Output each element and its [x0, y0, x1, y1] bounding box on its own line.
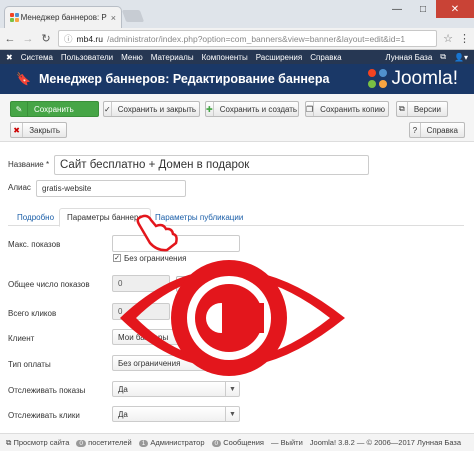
- view-site-link[interactable]: ⧉ Просмотр сайта: [6, 438, 69, 448]
- unlimited-label: Без ограничения: [124, 254, 187, 263]
- menu-item-help[interactable]: Справка: [310, 53, 341, 62]
- close-x-icon: ✖: [11, 123, 24, 137]
- joomla-menu-icon[interactable]: ✖: [6, 53, 13, 62]
- browser-window: Менеджер баннеров: Р × — □ ✕ ← → ↻ ⓘ mb4…: [0, 0, 474, 451]
- visitors-count-badge: 0: [76, 440, 87, 447]
- external-link-icon[interactable]: ⧉: [440, 52, 446, 62]
- url-host: mb4.ru: [76, 33, 103, 44]
- forward-arrow-icon[interactable]: →: [22, 33, 34, 45]
- alias-input[interactable]: gratis-website: [36, 180, 186, 197]
- browser-tab[interactable]: Менеджер баннеров: Р ×: [4, 6, 122, 28]
- joomla-logo-text: Joomla!: [391, 68, 458, 89]
- tab-publishing[interactable]: Параметры публикации: [148, 208, 250, 227]
- versions-icon: ⧉: [397, 102, 408, 116]
- minimize-button[interactable]: —: [384, 0, 410, 18]
- tab-details[interactable]: Подробно: [10, 208, 61, 227]
- save-close-button[interactable]: ✓ Сохранить и закрыть: [103, 101, 200, 117]
- client-select[interactable]: Мои баннеры ▼: [112, 329, 240, 345]
- chevron-down-icon: ▼: [225, 407, 239, 421]
- toolbar: ✎ Сохранить ✓ Сохранить и закрыть ✚ Сохрани…: [0, 94, 474, 142]
- max-impressions-input[interactable]: [112, 235, 240, 252]
- total-impressions-input: 0: [112, 275, 170, 292]
- user-menu-icon[interactable]: 👤▾: [454, 53, 468, 62]
- max-impressions-label: Макс. показов: [8, 240, 61, 249]
- messages-status[interactable]: 0 Сообщения: [211, 438, 264, 447]
- bookmark-icon: 🔖: [16, 72, 31, 86]
- admins-status: 1 Администратор: [138, 438, 205, 447]
- menu-item-content[interactable]: Материалы: [151, 53, 194, 62]
- alias-label: Алиас: [8, 183, 31, 192]
- track-clicks-select[interactable]: Да ▼: [112, 406, 240, 422]
- name-input[interactable]: Сайт бесплатно + Домен в подарок: [54, 155, 369, 175]
- maximize-button[interactable]: □: [410, 0, 436, 18]
- track-clicks-label: Отслеживать клики: [8, 411, 80, 420]
- menu-item-components[interactable]: Компоненты: [202, 53, 248, 62]
- menu-item-users[interactable]: Пользователи: [61, 53, 113, 62]
- logout-link[interactable]: — Выйти: [271, 438, 303, 447]
- bookmark-star-icon[interactable]: ☆: [443, 32, 453, 45]
- client-label: Клиент: [8, 334, 35, 343]
- help-icon: ?: [410, 123, 421, 137]
- chevron-down-icon: ▼: [225, 356, 239, 370]
- status-bar: ⧉ Просмотр сайта 0 посетителей 1 Админис…: [0, 433, 474, 451]
- page-title: Менеджер баннеров: Редактирование баннер…: [38, 72, 330, 86]
- save-new-button[interactable]: ✚ Сохранить и создать: [205, 101, 299, 117]
- check-icon: ✓: [104, 102, 112, 116]
- save-button[interactable]: ✎ Сохранить: [10, 101, 99, 117]
- purchase-type-label: Тип оплаты: [8, 360, 51, 369]
- page-info-icon[interactable]: ⓘ: [64, 33, 73, 45]
- new-tab-button[interactable]: [121, 10, 145, 22]
- save-icon: ✎: [11, 102, 28, 116]
- close-button[interactable]: ✖ Закрыть: [10, 122, 67, 138]
- reset-clicks-button[interactable]: ↻ Сброс кликов: [176, 304, 248, 320]
- joomla-logo: Joomla!: [368, 68, 458, 90]
- window-close-button[interactable]: ✕: [436, 0, 474, 18]
- refresh-icon: ↻: [177, 277, 185, 291]
- reset-impressions-button[interactable]: ↻ Сброс показов: [176, 276, 248, 292]
- url-input[interactable]: ⓘ mb4.ru/administrator/index.php?option=…: [58, 30, 438, 47]
- versions-button[interactable]: ⧉ Версии: [396, 101, 448, 117]
- site-name-link[interactable]: Лунная База: [385, 53, 432, 62]
- chevron-down-icon: ▼: [225, 330, 239, 344]
- browser-menu-icon[interactable]: ⋮: [459, 32, 470, 45]
- refresh-icon: ↻: [177, 305, 185, 319]
- total-clicks-label: Всего кликов: [8, 309, 57, 318]
- purchase-type-select[interactable]: Без ограничения ▼: [112, 355, 240, 371]
- total-impressions-label: Общее число показов: [8, 280, 90, 289]
- chevron-down-icon: ▼: [225, 382, 239, 396]
- joomla-logo-icon: [368, 69, 388, 89]
- admin-menu-bar: ✖ Система Пользователи Меню Материалы Ко…: [0, 50, 474, 64]
- copy-icon: ❐: [306, 102, 315, 116]
- window-controls: — □ ✕: [384, 0, 474, 18]
- plus-icon: ✚: [206, 102, 214, 116]
- help-button[interactable]: ? Справка: [409, 122, 465, 138]
- messages-count-badge: 0: [211, 440, 222, 447]
- track-impressions-select[interactable]: Да ▼: [112, 381, 240, 397]
- total-clicks-input: 0: [112, 303, 170, 320]
- unlimited-checkbox[interactable]: ✓: [113, 254, 121, 262]
- track-impressions-label: Отслеживать показы: [8, 386, 86, 395]
- admins-count-badge: 1: [138, 440, 149, 447]
- url-path: /administrator/index.php?option=com_bann…: [106, 33, 406, 44]
- back-arrow-icon[interactable]: ←: [4, 33, 16, 45]
- tab-bar: Подробно Параметры баннера Параметры пуб…: [8, 204, 464, 227]
- tab-close-icon[interactable]: ×: [111, 13, 116, 23]
- version-text: Joomla! 3.8.2 — © 2006—2017 Лунная База: [309, 438, 462, 447]
- tab-banner-params[interactable]: Параметры баннера: [59, 208, 151, 227]
- save-copy-button[interactable]: ❐ Сохранить копию: [305, 101, 389, 117]
- browser-tab-title: Менеджер баннеров: Р: [20, 13, 107, 22]
- visitors-status: 0 посетителей: [76, 438, 132, 447]
- joomla-favicon-icon: [10, 13, 19, 22]
- menu-item-menus[interactable]: Меню: [121, 53, 143, 62]
- menu-item-extensions[interactable]: Расширения: [256, 53, 303, 62]
- menu-item-system[interactable]: Система: [21, 53, 53, 62]
- name-label: Название *: [8, 160, 50, 169]
- address-bar-row: ← → ↻ ⓘ mb4.ru/administrator/index.php?o…: [0, 28, 474, 50]
- reload-icon[interactable]: ↻: [40, 32, 52, 45]
